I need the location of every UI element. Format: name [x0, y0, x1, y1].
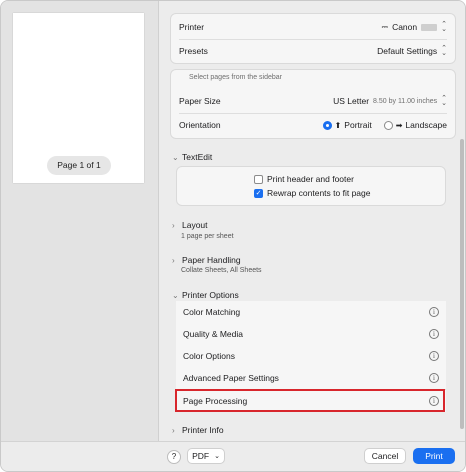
landscape-label[interactable]: Landscape	[405, 120, 447, 130]
quality-media-label: Quality & Media	[183, 329, 243, 339]
paper-size-detail: 8.50 by 11.00 inches	[373, 97, 438, 105]
printer-value: Canon	[392, 22, 418, 32]
info-icon[interactable]: i	[429, 373, 439, 383]
print-header-option[interactable]: Print header and footer	[254, 174, 354, 184]
landscape-icon: ➡	[395, 120, 403, 130]
orientation-row: Orientation ⬆ Portrait ➡ Landscape	[171, 113, 455, 137]
paper-handling-title: Paper Handling	[182, 255, 241, 265]
info-icon[interactable]: i	[429, 307, 439, 317]
quality-media-row[interactable]: Quality & Media i	[176, 323, 446, 345]
printer-options-title: Printer Options	[182, 290, 239, 300]
printer-presets-card: Printer ⎓ Canon ⌃ ⌄ Presets Default Setti…	[170, 13, 456, 64]
printer-chevron-icon: ⌃ ⌄	[441, 21, 447, 33]
rewrap-option[interactable]: ✓ Rewrap contents to fit page	[254, 188, 370, 198]
scrollbar[interactable]	[460, 139, 464, 429]
pdf-label: PDF	[192, 451, 210, 461]
help-button[interactable]: ?	[167, 450, 181, 464]
textedit-title: TextEdit	[182, 152, 213, 162]
chevron-down-icon: ⌄	[172, 152, 179, 162]
page-indicator: Page 1 of 1	[47, 156, 111, 175]
paper-size-row[interactable]: Paper Size US Letter 8.50 by 11.00 inche…	[171, 89, 455, 113]
orientation-label: Orientation	[179, 120, 221, 130]
layout-subtitle: 1 page per sheet	[181, 233, 234, 240]
printer-label: Printer	[179, 22, 205, 32]
textedit-card: Print header and footer ✓ Rewrap content…	[176, 166, 446, 206]
paper-handling-subtitle: Collate Sheets, All Sheets	[181, 267, 262, 274]
color-options-label: Color Options	[183, 351, 235, 361]
printer-icon: ⎓	[381, 22, 389, 31]
chevron-right-icon: ›	[172, 255, 175, 265]
chevron-down-icon: ⌄	[214, 453, 220, 460]
portrait-label[interactable]: Portrait	[344, 120, 371, 130]
layout-section-header[interactable]: › Layout	[172, 220, 208, 230]
print-dialog: Page 1 of 1 Printer ⎓ Canon ⌃ ⌄ Presets D…	[0, 0, 466, 472]
printer-row[interactable]: Printer ⎓ Canon ⌃ ⌄	[171, 15, 455, 39]
color-options-row[interactable]: Color Options i	[176, 345, 446, 367]
layout-title: Layout	[182, 220, 208, 230]
chevron-down-icon: ⌄	[172, 290, 179, 300]
print-header-checkbox[interactable]	[254, 174, 263, 184]
pdf-button[interactable]: PDF ⌄	[187, 448, 225, 464]
presets-value: Default Settings	[377, 46, 438, 56]
chevron-right-icon: ›	[172, 220, 175, 230]
paper-size-chevron-icon: ⌃ ⌄	[441, 95, 447, 107]
info-icon[interactable]: i	[429, 351, 439, 361]
advanced-paper-settings-row[interactable]: Advanced Paper Settings i	[176, 367, 446, 389]
paper-card: Select pages from the sidebar Paper Size…	[170, 69, 456, 139]
presets-chevron-icon: ⌃ ⌄	[441, 45, 447, 57]
printer-options-section-header[interactable]: ⌄ Printer Options	[172, 290, 239, 300]
dialog-footer: ? PDF ⌄ Cancel Print	[1, 441, 465, 471]
portrait-radio[interactable]	[322, 120, 332, 130]
printer-info-section-header[interactable]: › Printer Info	[172, 425, 224, 435]
select-pages-hint: Select pages from the sidebar	[189, 74, 282, 81]
printer-info-title: Printer Info	[182, 425, 224, 435]
print-button[interactable]: Print	[413, 448, 455, 464]
page-processing-highlight	[175, 389, 445, 412]
paper-handling-section-header[interactable]: › Paper Handling	[172, 255, 241, 265]
portrait-icon: ⬆	[334, 120, 342, 130]
cancel-button[interactable]: Cancel	[364, 448, 406, 464]
info-icon[interactable]: i	[429, 329, 439, 339]
color-matching-row[interactable]: Color Matching i	[176, 301, 446, 323]
rewrap-label: Rewrap contents to fit page	[267, 188, 371, 198]
color-matching-label: Color Matching	[183, 307, 241, 317]
presets-label: Presets	[179, 46, 208, 56]
preview-pane: Page 1 of 1	[1, 1, 159, 471]
rewrap-checkbox[interactable]: ✓	[254, 188, 263, 198]
landscape-radio[interactable]	[383, 120, 393, 130]
printer-name-redacted	[421, 23, 438, 31]
presets-row[interactable]: Presets Default Settings ⌃ ⌄	[171, 39, 455, 63]
chevron-right-icon: ›	[172, 425, 175, 435]
paper-size-label: Paper Size	[179, 96, 221, 106]
paper-size-value: US Letter	[333, 96, 370, 106]
advanced-paper-settings-label: Advanced Paper Settings	[183, 373, 279, 383]
textedit-section-header[interactable]: ⌄ TextEdit	[172, 152, 212, 162]
print-header-label: Print header and footer	[267, 174, 354, 184]
